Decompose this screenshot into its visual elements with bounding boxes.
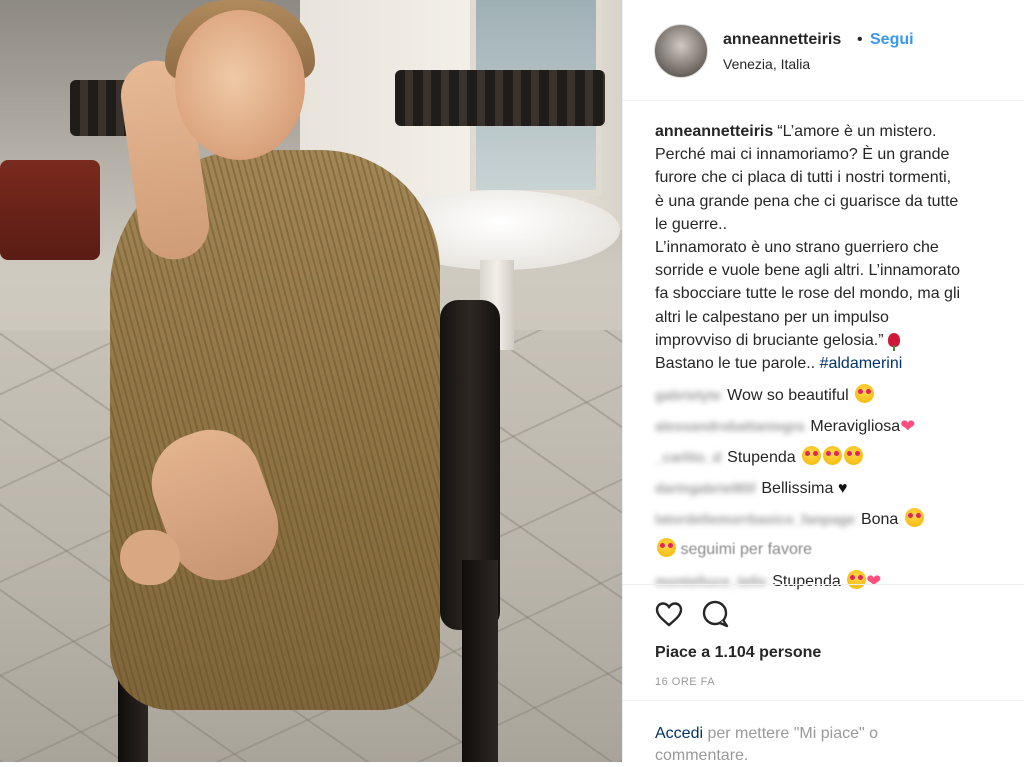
photo-chair-leg (462, 560, 498, 762)
comment-item: _carlito_d Stupenda (655, 444, 1015, 475)
caption-username-link[interactable]: anneannetteiris (655, 123, 773, 140)
caption-line: le guerre.. (655, 215, 728, 233)
caption-line: Perché mai ci innamoriamo? È un grande (655, 146, 950, 164)
caption-line: improvviso di bruciante gelosia.” (655, 329, 1015, 352)
comment-username-link[interactable]: daringabriel85f (655, 475, 755, 501)
caption-line: è una grande pena che ci guarisce da tut… (655, 192, 959, 210)
comments-list: gabrielyte Wow so beautiful alessandrobat… (655, 382, 1015, 599)
avatar[interactable] (654, 24, 708, 78)
photo-red-chair (0, 160, 100, 260)
caption-line: L’innamorato è uno strano guerriero che (655, 239, 939, 257)
comment-item: gabrielyte Wow so beautiful (655, 382, 1015, 413)
caption-line: sorride e vuole bene agli altri. L’innam… (655, 262, 961, 280)
login-link[interactable]: Accedi (655, 725, 703, 742)
photo-person-foot (120, 530, 180, 585)
post-side-panel: anneannetteiris • Segui Venezia, Italia … (622, 0, 1024, 764)
caption-line: altri le calpestano per un impulso (655, 308, 889, 326)
comment-username-link[interactable]: alessandrobattaniegra (655, 413, 804, 439)
comment-item: seguimi per favore (655, 537, 1015, 568)
comment-item: alessandrobattaniegra Meravigliosa❤ (655, 413, 1015, 444)
comment-username-link[interactable]: latordellemorrbasico_fanpage (655, 506, 855, 532)
photo-person-head (175, 10, 305, 160)
caption-line: anneannetteiris “L’amore è un mistero. (655, 120, 1015, 143)
heart-eyes-emoji-icon (855, 384, 875, 403)
divider (623, 700, 1024, 701)
likes-count[interactable]: Piace a 1.104 persone (655, 644, 821, 662)
comment-bubble-icon[interactable] (699, 598, 731, 630)
heart-eyes-emoji-icon (847, 570, 867, 589)
caption-text: “L’amore è un mistero. (777, 123, 937, 140)
caption-line: furore che ci placa di tutti i nostri to… (655, 169, 952, 187)
caption-line: Bastano le tue parole.. #aldamerini (655, 355, 903, 373)
pink-heart-emoji-icon: ❤ (900, 416, 916, 436)
comment-username-link[interactable]: gabrielyte (655, 382, 721, 408)
rose-icon (887, 332, 900, 351)
comment-item: daringabriel85f Bellissima ♥ (655, 475, 1015, 506)
caption: anneannetteiris “L’amore è un mistero. Pe… (655, 120, 1015, 375)
comment-username-link[interactable]: montelluco_tello (655, 568, 766, 594)
heart-eyes-emoji-icon (904, 508, 924, 527)
timestamp[interactable]: 16 ORE FA (655, 676, 715, 688)
separator-dot: • (857, 31, 863, 48)
heart-eyes-emoji-icon (802, 446, 822, 465)
divider (623, 584, 1024, 585)
comment-item: latordellemorrbasico_fanpage Bona (655, 506, 1015, 537)
heart-outline-icon[interactable] (653, 598, 685, 630)
comment-username-link[interactable]: _carlito_d (655, 444, 721, 470)
hashtag-link[interactable]: #aldamerini (820, 355, 903, 372)
follow-button[interactable]: Segui (870, 31, 914, 49)
login-prompt: Accedi per mettere "Mi piace" o commenta… (655, 725, 879, 764)
photo-chair-back (395, 70, 605, 126)
location-link[interactable]: Venezia, Italia (723, 56, 810, 72)
heart-eyes-emoji-icon (844, 446, 864, 465)
post-header: anneannetteiris • Segui Venezia, Italia (623, 0, 1024, 101)
heart-eyes-emoji-icon (823, 446, 843, 465)
caption-line: fa sbocciare tutte le rose del mondo, ma… (655, 285, 961, 303)
heart-eyes-emoji-icon (657, 538, 676, 557)
black-heart-emoji-icon: ♥ (837, 480, 848, 497)
post-photo[interactable] (0, 0, 622, 762)
username-link[interactable]: anneannetteiris (723, 31, 841, 49)
pink-heart-emoji-icon: ❤ (866, 571, 882, 591)
